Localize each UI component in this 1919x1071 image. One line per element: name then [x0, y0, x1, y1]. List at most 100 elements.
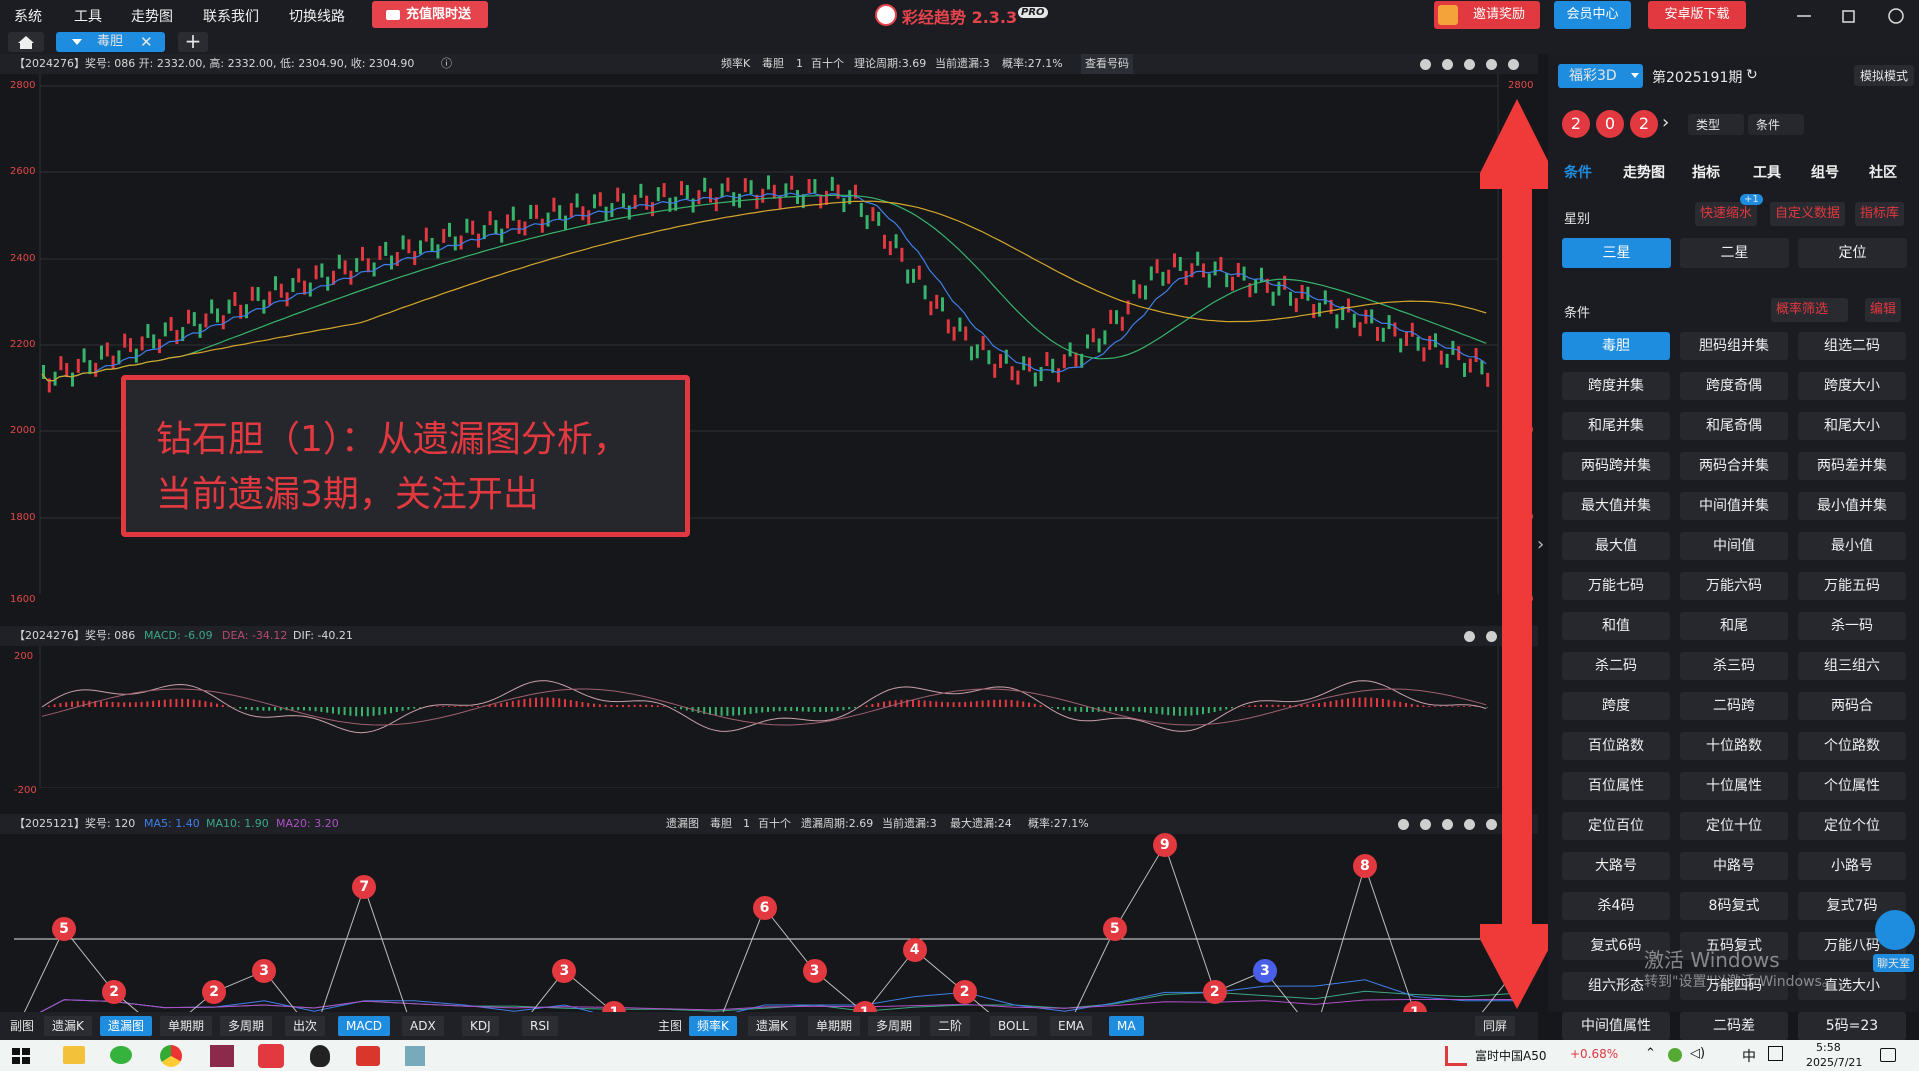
btn-sub-multi[interactable]: 多周期 — [220, 1016, 273, 1036]
chat-room-label[interactable]: 聊天室 — [1873, 954, 1914, 972]
star-three[interactable]: 三星 — [1562, 238, 1671, 268]
app-icon[interactable] — [210, 1045, 234, 1067]
wps-icon[interactable] — [356, 1046, 380, 1066]
btn-main-ma[interactable]: MA — [1109, 1016, 1144, 1036]
btn-sub-count[interactable]: 出次 — [285, 1016, 326, 1036]
condition-26[interactable]: 组三组六 — [1798, 652, 1906, 680]
condition-41[interactable]: 小路号 — [1798, 852, 1906, 880]
type-select[interactable]: 类型 — [1688, 114, 1745, 135]
condition-53[interactable]: 5码=23 — [1798, 1012, 1906, 1040]
chevron-up-icon[interactable]: ⌃ — [1645, 1046, 1656, 1061]
condition-36[interactable]: 定位百位 — [1562, 812, 1670, 840]
btn-main-second[interactable]: 二阶 — [930, 1016, 971, 1036]
condition-25[interactable]: 杀三码 — [1680, 652, 1788, 680]
btn-sub-missmap[interactable]: 遗漏图 — [100, 1016, 153, 1036]
condition-20[interactable]: 万能五码 — [1798, 572, 1906, 600]
menu-contact[interactable]: 联系我们 — [203, 6, 259, 26]
tab-trend[interactable]: 走势图 — [1623, 162, 1665, 182]
add-tab-button[interactable]: + — [178, 31, 208, 52]
notification-icon[interactable] — [1880, 1048, 1896, 1062]
settings-icon[interactable] — [1508, 59, 1519, 70]
btn-sub-missk[interactable]: 遗漏K — [44, 1016, 92, 1036]
condition-6[interactable]: 和尾并集 — [1562, 412, 1670, 440]
qq-icon[interactable] — [310, 1045, 330, 1067]
condition-14[interactable]: 最小值并集 — [1798, 492, 1906, 520]
condition-9[interactable]: 两码跨并集 — [1562, 452, 1670, 480]
condition-18[interactable]: 万能七码 — [1562, 572, 1670, 600]
close-tab-icon[interactable]: ✕ — [140, 32, 153, 52]
pin-icon[interactable] — [1398, 819, 1409, 830]
condition-35[interactable]: 个位属性 — [1798, 772, 1906, 800]
tab-dudan[interactable]: 毒胆 ✕ — [56, 32, 165, 52]
condition-34[interactable]: 十位属性 — [1680, 772, 1788, 800]
tab-tools[interactable]: 工具 — [1753, 162, 1781, 182]
condition-4[interactable]: 跨度奇偶 — [1680, 372, 1788, 400]
notepad-icon[interactable] — [405, 1046, 425, 1066]
condition-select[interactable]: 条件 — [1748, 114, 1805, 135]
up-icon[interactable] — [1442, 819, 1453, 830]
btn-main-multi[interactable]: 多周期 — [868, 1016, 921, 1036]
btn-sub-rsi[interactable]: RSI — [522, 1016, 558, 1036]
down-icon[interactable] — [1486, 59, 1497, 70]
condition-30[interactable]: 百位路数 — [1562, 732, 1670, 760]
lottery-app-icon[interactable] — [258, 1044, 284, 1068]
condition-31[interactable]: 十位路数 — [1680, 732, 1788, 760]
condition-16[interactable]: 中间值 — [1680, 532, 1788, 560]
chrome-icon[interactable] — [160, 1045, 182, 1067]
condition-23[interactable]: 杀一码 — [1798, 612, 1906, 640]
condition-11[interactable]: 两码差并集 — [1798, 452, 1906, 480]
condition-19[interactable]: 万能六码 — [1680, 572, 1788, 600]
condition-5[interactable]: 跨度大小 — [1798, 372, 1906, 400]
windows-start-icon[interactable] — [12, 1048, 30, 1064]
condition-1[interactable]: 胆码组并集 — [1680, 332, 1788, 360]
lottery-select[interactable]: 福彩3D — [1558, 64, 1643, 88]
recharge-promo-button[interactable]: 充值限时送 — [372, 1, 488, 28]
condition-43[interactable]: 8码复式 — [1680, 892, 1788, 920]
network-icon[interactable] — [1668, 1048, 1682, 1062]
condition-33[interactable]: 百位属性 — [1562, 772, 1670, 800]
btn-sub-single[interactable]: 单期期 — [160, 1016, 213, 1036]
btn-main-ema[interactable]: EMA — [1050, 1016, 1093, 1036]
btn-main-missk[interactable]: 遗漏K — [748, 1016, 796, 1036]
condition-24[interactable]: 杀二码 — [1562, 652, 1670, 680]
condition-2[interactable]: 组选二码 — [1798, 332, 1906, 360]
btn-main-freqk[interactable]: 频率K — [689, 1016, 737, 1036]
condition-28[interactable]: 二码跨 — [1680, 692, 1788, 720]
condition-13[interactable]: 中间值并集 — [1680, 492, 1788, 520]
condition-38[interactable]: 定位个位 — [1798, 812, 1906, 840]
condition-0[interactable]: 毒胆 — [1562, 332, 1670, 360]
edit-icon[interactable] — [1420, 59, 1431, 70]
invite-reward-button[interactable]: 邀请奖励 — [1434, 1, 1540, 29]
view-numbers-button[interactable]: 查看号码 — [1081, 54, 1133, 74]
condition-52[interactable]: 二码差 — [1680, 1012, 1788, 1040]
vip-center-button[interactable]: 会员中心 — [1554, 1, 1631, 29]
condition-21[interactable]: 和值 — [1562, 612, 1670, 640]
pin-icon[interactable] — [1464, 631, 1475, 642]
menu-tools[interactable]: 工具 — [74, 6, 102, 26]
help-icon[interactable]: ⓘ — [441, 54, 452, 74]
clock-date[interactable]: 2025/7/21 — [1806, 1056, 1862, 1069]
btn-sub-kdj[interactable]: KDJ — [462, 1016, 499, 1036]
refresh-icon[interactable]: ↻ — [1746, 67, 1758, 83]
condition-51[interactable]: 中间值属性 — [1562, 1012, 1670, 1040]
btn-sub-macd[interactable]: MACD — [338, 1016, 390, 1036]
quick-shrink-button[interactable]: 快速缩水 — [1695, 202, 1758, 226]
menu-switch-line[interactable]: 切换线路 — [289, 6, 345, 26]
condition-39[interactable]: 大路号 — [1562, 852, 1670, 880]
condition-29[interactable]: 两码合 — [1798, 692, 1906, 720]
condition-22[interactable]: 和尾 — [1680, 612, 1788, 640]
custom-data-button[interactable]: 自定义数据 — [1770, 202, 1846, 226]
btn-main-boll[interactable]: BOLL — [990, 1016, 1037, 1036]
condition-37[interactable]: 定位十位 — [1680, 812, 1788, 840]
tab-indicators[interactable]: 指标 — [1692, 162, 1720, 182]
back-icon[interactable] — [1442, 59, 1453, 70]
edit-button[interactable]: 编辑 — [1865, 298, 1902, 322]
btn-main-single[interactable]: 单期期 — [808, 1016, 861, 1036]
condition-15[interactable]: 最大值 — [1562, 532, 1670, 560]
condition-10[interactable]: 两码合并集 — [1680, 452, 1788, 480]
condition-7[interactable]: 和尾奇偶 — [1680, 412, 1788, 440]
condition-17[interactable]: 最小值 — [1798, 532, 1906, 560]
input-grid-icon[interactable] — [1768, 1046, 1783, 1061]
condition-8[interactable]: 和尾大小 — [1798, 412, 1906, 440]
down-icon[interactable] — [1464, 819, 1475, 830]
